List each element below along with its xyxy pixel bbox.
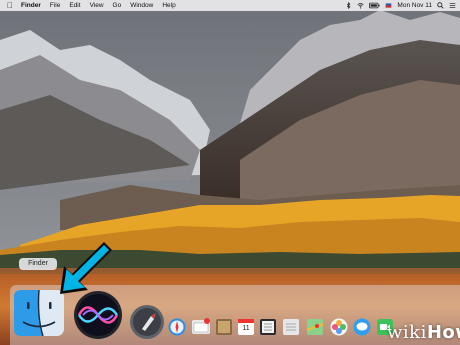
wifi-icon[interactable] xyxy=(357,2,364,9)
battery-icon[interactable] xyxy=(369,2,381,9)
menu-help[interactable]: Help xyxy=(162,0,175,11)
menu-window[interactable]: Window xyxy=(130,0,153,11)
menu-bar:  Finder File Edit View Go Window Help M… xyxy=(0,0,460,11)
wikihow-watermark: wikiHow xyxy=(387,322,460,343)
calendar-day-number: 11 xyxy=(242,325,250,332)
watermark-prefix: wiki xyxy=(387,322,427,343)
menu-file[interactable]: File xyxy=(50,0,60,11)
siri-icon[interactable] xyxy=(73,290,123,340)
watermark-suffix: How xyxy=(426,322,460,343)
finder-icon[interactable] xyxy=(13,289,65,337)
list-icon[interactable] xyxy=(449,2,456,9)
reminders-icon[interactable] xyxy=(259,318,277,336)
finder-tooltip: Finder xyxy=(19,258,57,270)
menu-go[interactable]: Go xyxy=(113,0,122,11)
status-area: Mon Nov 11 xyxy=(340,0,456,11)
launchpad-icon[interactable] xyxy=(128,304,166,340)
flag-icon[interactable] xyxy=(385,2,392,9)
bluetooth-icon[interactable] xyxy=(345,2,352,9)
photos-icon[interactable] xyxy=(330,318,348,336)
menu-edit[interactable]: Edit xyxy=(69,0,80,11)
blue-arrow-icon xyxy=(60,242,112,294)
menubar-datetime[interactable]: Mon Nov 11 xyxy=(397,0,432,11)
mail-icon[interactable] xyxy=(191,318,211,336)
stickies-icon[interactable] xyxy=(282,318,300,336)
menu-app-name[interactable]: Finder xyxy=(21,0,41,11)
search-icon[interactable] xyxy=(437,2,444,9)
menu-view[interactable]: View xyxy=(90,0,104,11)
safari-icon[interactable] xyxy=(168,318,186,336)
messages-icon[interactable] xyxy=(353,318,371,336)
maps-icon[interactable] xyxy=(306,318,324,336)
apple-logo-icon[interactable]:  xyxy=(6,0,14,11)
notes-icon[interactable] xyxy=(215,318,233,336)
